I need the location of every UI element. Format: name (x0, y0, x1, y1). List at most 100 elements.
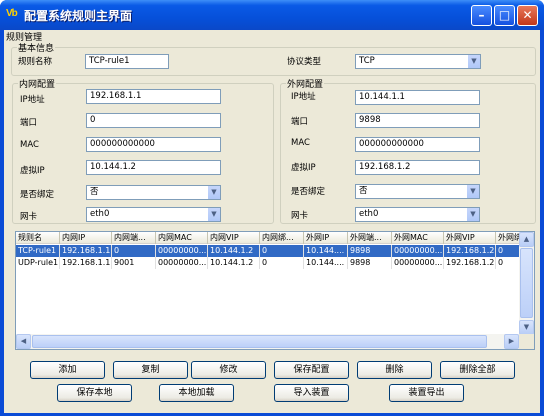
vertical-scrollbar[interactable]: ▲ ▼ (519, 232, 534, 335)
table-cell: 10.144.1.2 (208, 245, 260, 257)
delete-all-button[interactable]: 删除全部 (440, 361, 515, 379)
column-header[interactable]: 外网绑... (496, 232, 521, 244)
outer-bind-select[interactable]: 否 ▼ (355, 184, 480, 199)
table-cell: 192.168.1.1 (62, 257, 112, 269)
inner-ip-field[interactable]: 192.168.1.1 (86, 89, 221, 104)
horizontal-scrollbar[interactable]: ◀ ▶ (16, 334, 519, 349)
main-window: Vb 配置系统规则主界面 – □ ✕ 规则管理 基本信息 规则名称 TCP-ru… (0, 0, 544, 416)
scroll-corner (519, 334, 534, 349)
table-row[interactable]: UDP-rule1 192.168.1.1 9001 00000000... 1… (16, 257, 521, 269)
inner-mac-field[interactable]: 000000000000 (86, 137, 221, 152)
column-header[interactable]: 外网IP (304, 232, 348, 244)
table-header: 规则名 内网IP 内网端... 内网MAC 内网VIP 内网绑... 外网IP … (16, 232, 521, 244)
inner-bind-value: 否 (90, 187, 99, 197)
column-header[interactable]: 内网MAC (156, 232, 208, 244)
outer-vip-field[interactable]: 192.168.1.2 (355, 160, 480, 175)
window-title: 配置系统规则主界面 (24, 9, 133, 23)
inner-nic-select[interactable]: eth0 ▼ (86, 207, 221, 222)
table-cell: UDP-rule1 (18, 257, 60, 269)
inner-nic-label: 网卡 (20, 212, 38, 222)
scroll-thumb-horizontal[interactable] (32, 335, 487, 348)
table-cell: 00000000... (394, 245, 444, 257)
outer-nic-value: eth0 (359, 209, 379, 219)
outer-nic-label: 网卡 (291, 211, 309, 221)
outer-nic-select[interactable]: eth0 ▼ (355, 207, 480, 222)
inner-port-label: 端口 (20, 118, 38, 128)
table-cell: 0 (260, 257, 304, 269)
protocol-value: TCP (359, 56, 375, 66)
scroll-up-icon[interactable]: ▲ (519, 232, 534, 247)
outer-vip-label: 虚拟IP (291, 163, 316, 173)
group-title: 外网配置 (286, 77, 325, 90)
window-frame-right (540, 30, 544, 416)
close-icon[interactable]: ✕ (517, 5, 538, 26)
chevron-down-icon[interactable]: ▼ (207, 186, 220, 199)
column-header[interactable]: 内网IP (60, 232, 112, 244)
maximize-icon[interactable]: □ (494, 5, 515, 26)
modify-button[interactable]: 修改 (191, 361, 266, 379)
menu-bar: 规则管理 (4, 30, 540, 47)
delete-button[interactable]: 删除 (357, 361, 432, 379)
inner-bind-label: 是否绑定 (20, 190, 55, 200)
table-cell: 0 (260, 245, 304, 257)
inner-ip-label: IP地址 (20, 95, 45, 105)
copy-button[interactable]: 复制 (113, 361, 188, 379)
outer-ip-label: IP地址 (291, 92, 316, 102)
chevron-down-icon[interactable]: ▼ (467, 55, 480, 68)
title-bar[interactable]: Vb 配置系统规则主界面 – □ ✕ (0, 0, 544, 30)
column-header[interactable]: 规则名 (16, 232, 60, 244)
vb-app-icon: Vb (6, 8, 18, 19)
load-local-button[interactable]: 本地加载 (159, 384, 234, 402)
table-cell: 10.144.... (304, 245, 348, 257)
chevron-down-icon[interactable]: ▼ (466, 208, 479, 221)
table-cell: 9898 (348, 257, 392, 269)
chevron-down-icon[interactable]: ▼ (466, 185, 479, 198)
import-device-button[interactable]: 导入装置 (274, 384, 349, 402)
rule-name-field[interactable]: TCP-rule1 (85, 54, 169, 69)
group-title: 内网配置 (18, 77, 57, 90)
column-header[interactable]: 内网VIP (208, 232, 260, 244)
table-cell: 192.168.1.2 (446, 245, 496, 257)
rule-name-label: 规则名称 (18, 57, 53, 67)
outer-port-label: 端口 (291, 117, 309, 127)
group-title: 基本信息 (17, 41, 56, 54)
protocol-select[interactable]: TCP ▼ (355, 54, 481, 69)
column-header[interactable]: 外网VIP (444, 232, 496, 244)
save-local-button[interactable]: 保存本地 (57, 384, 132, 402)
inner-vip-label: 虚拟IP (20, 166, 45, 176)
table-cell: 9898 (348, 245, 392, 257)
scroll-right-icon[interactable]: ▶ (504, 334, 519, 349)
column-header[interactable]: 外网端... (348, 232, 392, 244)
minimize-icon[interactable]: – (471, 5, 492, 26)
table-cell: 0 (112, 245, 156, 257)
inner-nic-value: eth0 (90, 209, 110, 219)
scroll-down-icon[interactable]: ▼ (519, 320, 534, 335)
table-cell: 10.144.... (304, 257, 348, 269)
rules-table[interactable]: 规则名 内网IP 内网端... 内网MAC 内网VIP 内网绑... 外网IP … (15, 231, 535, 350)
inner-bind-select[interactable]: 否 ▼ (86, 185, 221, 200)
scroll-thumb-vertical[interactable] (520, 248, 533, 318)
outer-bind-value: 否 (359, 186, 368, 196)
chevron-down-icon[interactable]: ▼ (207, 208, 220, 221)
column-header[interactable]: 内网绑... (260, 232, 304, 244)
outer-port-field[interactable]: 9898 (355, 113, 480, 128)
inner-port-field[interactable]: 0 (86, 113, 221, 128)
protocol-label: 协议类型 (287, 57, 322, 67)
client-area: 规则管理 基本信息 规则名称 TCP-rule1 协议类型 TCP ▼ 内网配置… (4, 30, 540, 413)
column-header[interactable]: 外网MAC (392, 232, 444, 244)
export-device-button[interactable]: 装置导出 (389, 384, 464, 402)
outer-ip-field[interactable]: 10.144.1.1 (355, 90, 480, 105)
save-config-button[interactable]: 保存配置 (274, 361, 349, 379)
add-button[interactable]: 添加 (30, 361, 105, 379)
inner-vip-field[interactable]: 10.144.1.2 (86, 160, 221, 175)
inner-config-group: 内网配置 (12, 77, 274, 224)
scroll-left-icon[interactable]: ◀ (16, 334, 31, 349)
table-cell: 10.144.1.2 (208, 257, 260, 269)
table-row[interactable]: TCP-rule1 192.168.1.1 0 00000000... 10.1… (16, 245, 521, 257)
column-header[interactable]: 内网端... (112, 232, 156, 244)
table-cell: 0 (496, 257, 521, 269)
table-cell: 00000000... (158, 245, 208, 257)
outer-mac-field[interactable]: 000000000000 (355, 137, 480, 152)
outer-mac-label: MAC (291, 138, 310, 148)
table-cell: 192.168.1.2 (446, 257, 496, 269)
